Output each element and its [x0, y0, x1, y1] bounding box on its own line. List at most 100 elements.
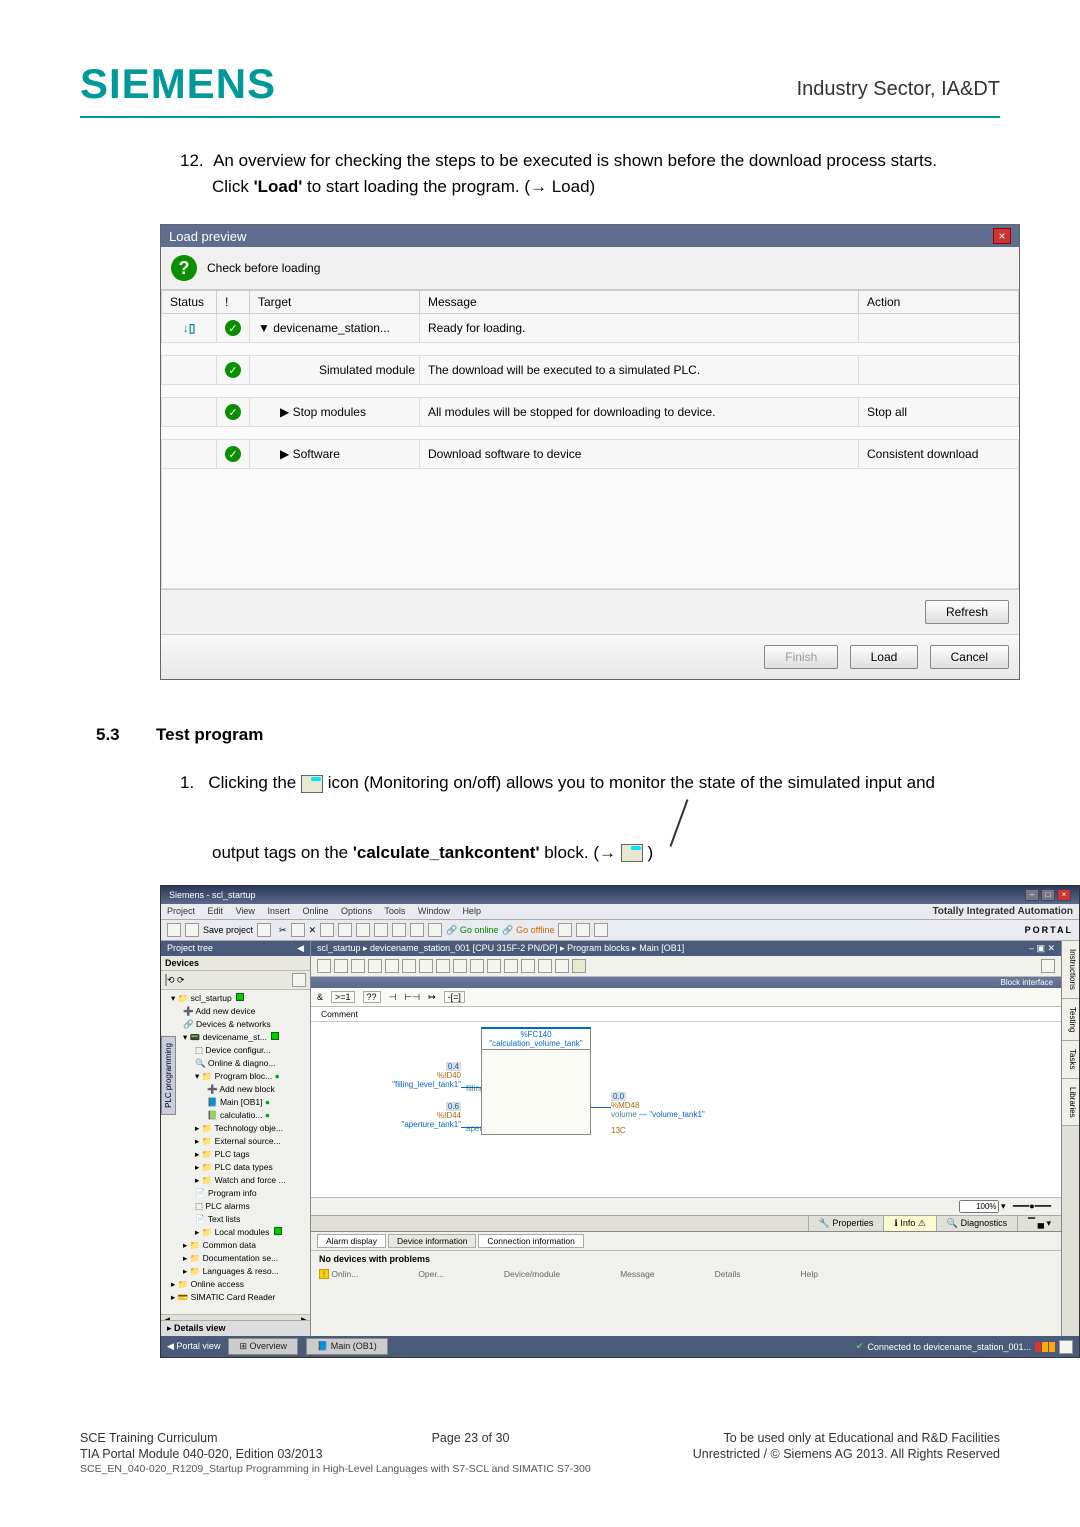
- toolbar-icon[interactable]: [351, 959, 365, 973]
- breadcrumb: scl_startup ▸ devicename_station_001 [CP…: [317, 943, 684, 954]
- editor-panel: scl_startup ▸ devicename_station_001 [CP…: [311, 941, 1061, 1336]
- block-interface-bar: &>=1?? ⊣⊢⊣↦-[=]: [311, 988, 1061, 1007]
- save-project-button[interactable]: Save project: [203, 925, 253, 935]
- load-preview-title: Load preview: [169, 229, 246, 244]
- toolbar-icon[interactable]: [1041, 959, 1055, 973]
- portal-view-button[interactable]: Portal view: [176, 1341, 220, 1351]
- toolbar-icon[interactable]: [292, 973, 306, 987]
- block-interface-header: Block interface: [311, 977, 1061, 988]
- tab-info[interactable]: ℹ Info ⚠: [883, 1216, 936, 1231]
- toolbar-icon[interactable]: [334, 959, 348, 973]
- tab-testing[interactable]: Testing: [1062, 999, 1079, 1041]
- tab-instructions[interactable]: Instructions: [1062, 941, 1079, 999]
- toolbar-icon[interactable]: [594, 923, 608, 937]
- toolbar-icon[interactable]: [436, 959, 450, 973]
- no-devices-label: No devices with problems: [311, 1251, 1061, 1267]
- toolbar-icon[interactable]: [470, 959, 484, 973]
- ok-check-icon: ✓: [225, 320, 241, 336]
- panel-collapse-icon[interactable]: ◀: [297, 943, 304, 954]
- toolbar-icon[interactable]: [385, 959, 399, 973]
- toolbar-icon[interactable]: [558, 923, 572, 937]
- table-row: ✓ ▶ Stop modules All modules will be sto…: [162, 398, 1019, 427]
- zoom-input[interactable]: [959, 1200, 999, 1213]
- step-12-text: 12. An overview for checking the steps t…: [180, 148, 980, 174]
- toolbar-icon[interactable]: [402, 959, 416, 973]
- toolbar-icon[interactable]: [555, 959, 569, 973]
- tab-device-information[interactable]: Device information: [388, 1234, 476, 1248]
- toolbar-icon[interactable]: [453, 959, 467, 973]
- toolbar-icon[interactable]: [185, 923, 199, 937]
- tia-titlebar: Siemens - scl_startup – □ ×: [161, 886, 1079, 904]
- details-view-header[interactable]: Details view: [174, 1323, 226, 1333]
- panel-controls-icon[interactable]: ▔ ▄ ▾: [1017, 1216, 1061, 1231]
- tab-tasks[interactable]: Tasks: [1062, 1041, 1079, 1078]
- col-target: Target: [250, 291, 420, 314]
- project-tree-panel: Project tree ◀ Devices ⟲ ⟳ ▾ 📁 scl_start…: [161, 941, 311, 1336]
- go-offline-button[interactable]: 🔗 Go offline: [502, 925, 554, 936]
- check-before-loading-label: Check before loading: [207, 261, 320, 275]
- toolbar-icon[interactable]: [356, 923, 370, 937]
- tia-menubar: Project Edit View Insert Online Options …: [161, 904, 1079, 920]
- col-status: Status: [162, 291, 217, 314]
- fbd-canvas[interactable]: %FC140 "calculation_volume_tank" 0.4 %ID…: [311, 1022, 1061, 1197]
- tab-connection-information[interactable]: Connection information: [478, 1234, 583, 1248]
- toolbar-icon[interactable]: [317, 959, 331, 973]
- menu-insert[interactable]: Insert: [267, 906, 290, 916]
- toolbar-icon[interactable]: [392, 923, 406, 937]
- toolbar-icon[interactable]: [487, 959, 501, 973]
- toolbar-icon[interactable]: [320, 923, 334, 937]
- sidebar-tab-plc-programming[interactable]: PLC programming: [161, 1036, 176, 1115]
- toolbar-icon[interactable]: [257, 923, 271, 937]
- toolbar-icon[interactable]: [167, 923, 181, 937]
- maximize-icon[interactable]: □: [1041, 889, 1055, 901]
- toolbar-icon[interactable]: [428, 923, 442, 937]
- toolbar-icon[interactable]: [538, 959, 552, 973]
- tab-diagnostics[interactable]: 🔍 Diagnostics: [936, 1216, 1017, 1231]
- tab-libraries[interactable]: Libraries: [1062, 1079, 1079, 1127]
- toolbar-icon[interactable]: [504, 959, 518, 973]
- close-icon[interactable]: ×: [993, 228, 1011, 244]
- toolbar-icon[interactable]: [374, 923, 388, 937]
- header-divider: [80, 116, 1000, 118]
- toolbar-icon[interactable]: [165, 974, 167, 986]
- project-tree[interactable]: ▾ 📁 scl_startup ➕ Add new device 🔗 Devic…: [161, 990, 310, 1314]
- toolbar-icon[interactable]: [521, 959, 535, 973]
- toolbar-icon[interactable]: [291, 923, 305, 937]
- go-online-button[interactable]: 🔗 Go online: [446, 925, 498, 936]
- status-tab-overview[interactable]: ⊞ Overview: [228, 1338, 298, 1355]
- comment-label: Comment: [311, 1007, 1061, 1022]
- load-preview-table: Status ! Target Message Action ↓▯ ✓ ▼ de…: [161, 290, 1019, 589]
- status-icon[interactable]: [1059, 1340, 1073, 1354]
- toolbar-icon[interactable]: [410, 923, 424, 937]
- toolbar-icon[interactable]: [576, 923, 590, 937]
- close-icon[interactable]: ×: [1057, 889, 1071, 901]
- refresh-button[interactable]: Refresh: [925, 600, 1009, 624]
- step-1-text-line2: output tags on the 'calculate_tankconten…: [212, 808, 980, 866]
- menu-window[interactable]: Window: [418, 906, 450, 916]
- panel-controls[interactable]: – ▣ ✕: [1029, 943, 1055, 954]
- ok-check-icon: ✓: [225, 446, 241, 462]
- menu-view[interactable]: View: [236, 906, 255, 916]
- menu-project[interactable]: Project: [167, 906, 195, 916]
- load-preview-dialog: Load preview × ? Check before loading St…: [160, 224, 1020, 680]
- menu-tools[interactable]: Tools: [384, 906, 405, 916]
- menu-online[interactable]: Online: [302, 906, 328, 916]
- menu-help[interactable]: Help: [462, 906, 481, 916]
- editor-toolbar: [311, 956, 1061, 977]
- table-row: ↓▯ ✓ ▼ devicename_station... Ready for l…: [162, 314, 1019, 343]
- tab-properties[interactable]: 🔧 Properties: [808, 1216, 884, 1231]
- minimize-icon[interactable]: –: [1025, 889, 1039, 901]
- status-tab-main[interactable]: 📘 Main (OB1): [306, 1338, 388, 1355]
- load-button[interactable]: Load: [850, 645, 919, 669]
- cancel-button[interactable]: Cancel: [930, 645, 1009, 669]
- toolbar-icon[interactable]: [368, 959, 382, 973]
- menu-options[interactable]: Options: [341, 906, 372, 916]
- monitoring-toggle-icon[interactable]: [572, 959, 586, 973]
- question-icon: ?: [171, 255, 197, 281]
- step-1-text: 1. Clicking the icon (Monitoring on/off)…: [180, 770, 980, 796]
- col-excl: !: [217, 291, 250, 314]
- menu-edit[interactable]: Edit: [208, 906, 224, 916]
- tab-alarm-display[interactable]: Alarm display: [317, 1234, 386, 1248]
- toolbar-icon[interactable]: [338, 923, 352, 937]
- toolbar-icon[interactable]: [419, 959, 433, 973]
